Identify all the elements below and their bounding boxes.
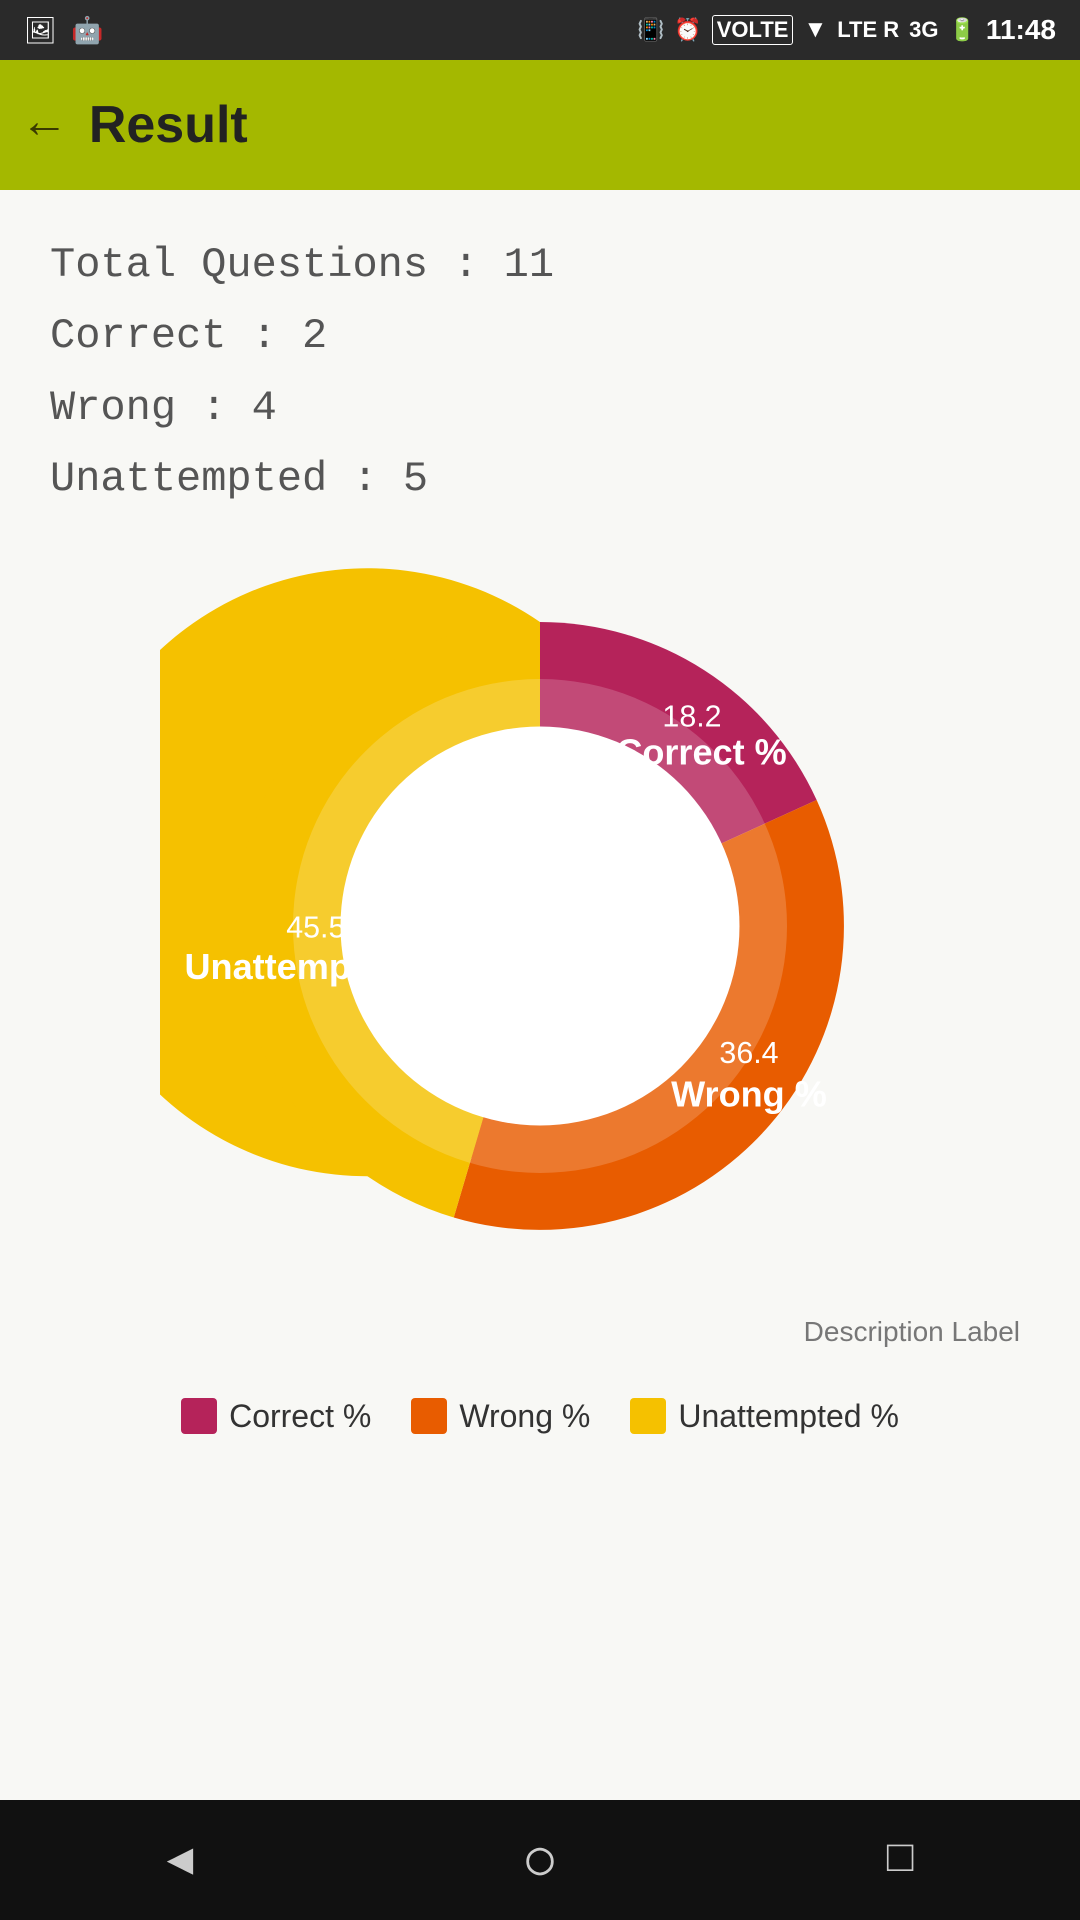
correct-percent-value: 18.2	[662, 699, 721, 733]
wrong-percent-value: 36.4	[719, 1035, 778, 1069]
correct-count: Correct : 2	[50, 301, 1030, 372]
signal-3g-label: 3G	[909, 17, 938, 43]
wrong-percent-label: Wrong %	[671, 1073, 827, 1114]
unattempted-count: Unattempted : 5	[50, 444, 1030, 515]
volte-label: VOLTE	[712, 15, 794, 45]
back-button[interactable]: ←	[30, 98, 59, 152]
legend-label-unattempted: Unattempted %	[678, 1398, 899, 1435]
battery-icon: 🔋	[949, 17, 976, 43]
page-title: Result	[89, 95, 248, 155]
legend-item-wrong: Wrong %	[411, 1398, 590, 1435]
content-area: Total Questions : 11 Correct : 2 Wrong :…	[0, 190, 1080, 1800]
stats-section: Total Questions : 11 Correct : 2 Wrong :…	[50, 230, 1030, 516]
recents-nav-button[interactable]: □	[887, 1835, 913, 1885]
donut-chart: 18.2 Correct % 36.4 Wrong % 45.5 Unattem…	[160, 546, 920, 1306]
nav-bar: ◀ ◯ □	[0, 1800, 1080, 1920]
total-questions: Total Questions : 11	[50, 230, 1030, 301]
description-label: Description Label	[804, 1316, 1020, 1348]
status-left: 🖼 🤖	[24, 15, 103, 46]
legend: Correct % Wrong % Unattempted %	[171, 1378, 909, 1455]
legend-color-correct	[181, 1398, 217, 1434]
chart-container: 18.2 Correct % 36.4 Wrong % 45.5 Unattem…	[50, 546, 1030, 1455]
clock-display: 11:48	[986, 14, 1056, 46]
android-icon: 🤖	[71, 15, 103, 46]
lte-label: LTE R	[837, 17, 899, 43]
legend-label-wrong: Wrong %	[459, 1398, 590, 1435]
unattempted-percent-label: Unattempted %	[185, 946, 448, 987]
status-bar: 🖼 🤖 📳 ⏰ VOLTE ▼ LTE R 3G 🔋 11:48	[0, 0, 1080, 60]
legend-item-correct: Correct %	[181, 1398, 371, 1435]
unattempted-percent-value: 45.5	[286, 910, 345, 944]
legend-item-unattempted: Unattempted %	[630, 1398, 899, 1435]
wrong-count: Wrong : 4	[50, 373, 1030, 444]
legend-color-wrong	[411, 1398, 447, 1434]
alarm-icon: ⏰	[674, 17, 701, 43]
legend-label-correct: Correct %	[229, 1398, 371, 1435]
donut-svg: 18.2 Correct % 36.4 Wrong % 45.5 Unattem…	[160, 546, 920, 1306]
photo-icon: 🖼	[24, 15, 57, 46]
home-nav-button[interactable]: ◯	[527, 1833, 554, 1887]
legend-color-unattempted	[630, 1398, 666, 1434]
correct-percent-label: Correct %	[616, 731, 786, 772]
back-nav-button[interactable]: ◀	[167, 1833, 194, 1887]
vibrate-icon: 📳	[637, 17, 664, 43]
wifi-icon: ▼	[803, 16, 827, 44]
status-right: 📳 ⏰ VOLTE ▼ LTE R 3G 🔋 11:48	[637, 14, 1056, 46]
app-bar: ← Result	[0, 60, 1080, 190]
